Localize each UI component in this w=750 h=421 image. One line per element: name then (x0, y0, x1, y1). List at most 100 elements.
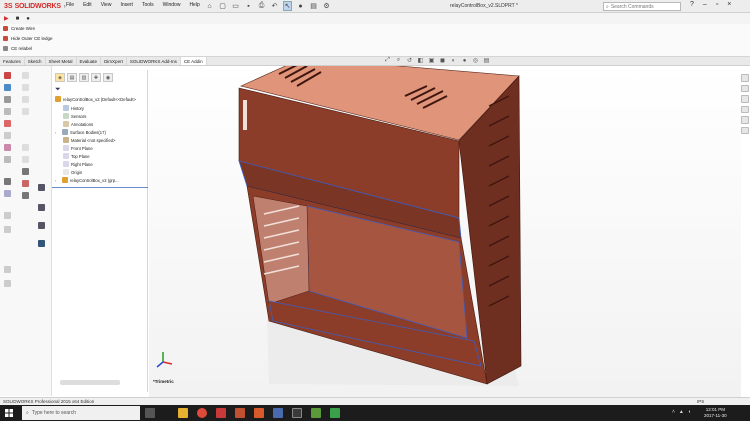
select-arrow-icon[interactable]: ↖ (283, 1, 292, 11)
section-view-icon[interactable]: ◧ (417, 57, 424, 64)
filter-icon[interactable]: ⏷ (55, 86, 61, 94)
configuration-tab-icon[interactable]: ▥ (79, 73, 89, 82)
tree-item[interactable]: Material <not specified> (63, 137, 115, 143)
app-icon[interactable] (273, 408, 283, 418)
chevron-up-icon[interactable]: ˄ (672, 409, 675, 415)
feature-icon[interactable] (4, 132, 11, 139)
feature-icon[interactable] (22, 180, 29, 187)
tree-item[interactable]: › relayControlBox_v2 (grp... (55, 177, 119, 183)
tree-horizontal-scrollbar[interactable] (60, 380, 120, 385)
display-style-icon[interactable]: ◼ (439, 57, 446, 64)
file-explorer-icon[interactable] (740, 95, 749, 103)
feature-icon[interactable] (22, 108, 29, 115)
feature-icon[interactable] (4, 280, 11, 287)
menu-help[interactable]: Help (189, 2, 199, 8)
feature-icon[interactable] (4, 156, 11, 163)
open-folder-icon[interactable]: ▭ (231, 1, 240, 11)
custom-properties-icon[interactable] (740, 126, 749, 134)
view-palette-icon[interactable] (740, 105, 749, 113)
taskbar-clock[interactable]: 12:01 PM 2017-11-30 (704, 407, 727, 419)
appearances-icon[interactable] (740, 116, 749, 124)
windows-start-icon[interactable] (5, 409, 13, 417)
hide-outer-ledge-button[interactable]: Hide Outer CE ledge (3, 36, 53, 41)
tree-item[interactable]: History (63, 105, 84, 111)
feature-icon[interactable] (22, 96, 29, 103)
app-icon[interactable] (235, 408, 245, 418)
feature-icon[interactable] (22, 156, 29, 163)
new-file-icon[interactable]: ▢ (218, 1, 227, 11)
rebuild-icon[interactable]: ● (296, 1, 305, 11)
dimxpert-tab-icon[interactable]: ✚ (91, 73, 101, 82)
save-icon[interactable]: ▪ (244, 1, 253, 11)
feature-icon[interactable] (4, 144, 11, 151)
feature-icon[interactable] (4, 108, 11, 115)
units-indicator[interactable]: IPS (697, 399, 704, 404)
home-icon[interactable] (740, 74, 749, 82)
relabel-button[interactable]: CE relabel (3, 46, 32, 51)
feature-icon[interactable] (4, 178, 11, 185)
feature-icon[interactable] (4, 212, 11, 219)
volume-icon[interactable]: ◖ (688, 409, 691, 415)
options-gear-icon[interactable]: ⚙ (322, 1, 331, 11)
solidworks-taskbar-icon[interactable] (216, 408, 226, 418)
home-icon[interactable]: ⌂ (205, 1, 214, 11)
appearance-icon[interactable]: ● (461, 57, 468, 64)
display-manager-tab-icon[interactable]: ◉ (103, 73, 113, 82)
tree-item[interactable]: Front Plane (63, 145, 93, 151)
app-icon[interactable] (311, 408, 321, 418)
tab-ce-addin[interactable]: CE Addin (180, 57, 207, 65)
feature-icon[interactable] (22, 72, 29, 79)
app-icon[interactable] (330, 408, 340, 418)
run-macro-icon[interactable]: ▶ (4, 15, 9, 22)
feature-icon[interactable] (4, 84, 11, 91)
feature-icon[interactable] (22, 84, 29, 91)
app-icon[interactable] (254, 408, 264, 418)
tree-item[interactable]: Annotations (63, 121, 93, 127)
feature-icon[interactable] (4, 96, 11, 103)
tree-item[interactable]: › Surface Bodies(17) (55, 129, 106, 135)
display-icon[interactable] (38, 204, 45, 211)
feature-icon[interactable] (4, 72, 11, 79)
menu-edit[interactable]: Edit (83, 2, 92, 8)
zoom-to-fit-icon[interactable]: ⤢ (384, 57, 391, 64)
expand-icon[interactable]: › (55, 178, 60, 183)
feature-icon[interactable] (4, 190, 11, 197)
zoom-area-icon[interactable]: ⌕ (395, 57, 402, 64)
undo-icon[interactable]: ↶ (270, 1, 279, 11)
menu-tools[interactable]: Tools (142, 2, 154, 8)
menu-insert[interactable]: Insert (120, 2, 133, 8)
close-icon[interactable]: × (727, 1, 731, 8)
chrome-icon[interactable] (197, 408, 207, 418)
scene-icon[interactable]: ◎ (472, 57, 479, 64)
stop-macro-icon[interactable]: ■ (16, 16, 20, 22)
property-icon[interactable] (38, 240, 45, 247)
property-manager-tab-icon[interactable]: ▤ (67, 73, 77, 82)
menu-window[interactable]: Window (163, 2, 181, 8)
record-macro-icon[interactable]: ● (26, 16, 30, 22)
tab-features[interactable]: Features (0, 57, 25, 65)
file-properties-icon[interactable]: ▤ (309, 1, 318, 11)
rollback-bar[interactable] (52, 187, 148, 188)
tree-item[interactable]: Top Plane (63, 153, 90, 159)
tree-item[interactable]: Right Plane (63, 161, 93, 167)
create-wire-button[interactable]: Create Wire (3, 26, 35, 31)
tab-sketch[interactable]: Sketch (25, 57, 46, 65)
feature-icon[interactable] (22, 144, 29, 151)
graphics-viewport[interactable] (149, 57, 741, 397)
history-icon[interactable] (38, 184, 45, 191)
feature-icon[interactable] (22, 192, 29, 199)
maximize-icon[interactable]: ▫ (716, 1, 718, 8)
feature-manager-tab-icon[interactable]: ◈ (55, 73, 65, 82)
file-explorer-icon[interactable] (178, 408, 188, 418)
taskbar-search-input[interactable]: ⌕ Type here to search (22, 406, 140, 420)
solidworks-logo[interactable]: 3S SOLIDWORKS › (4, 1, 66, 12)
tree-root[interactable]: relayControlBox_v2 (Default<<Default> (55, 96, 136, 102)
hide-show-icon[interactable]: ◐ (450, 57, 457, 64)
feature-icon[interactable] (22, 168, 29, 175)
rebuild-icon[interactable] (38, 222, 45, 229)
tab-dimxpert[interactable]: DimXpert (101, 57, 127, 65)
minimize-icon[interactable]: – (703, 1, 707, 8)
app-icon[interactable] (292, 408, 302, 418)
tree-item[interactable]: Sensors (63, 113, 86, 119)
task-view-icon[interactable] (145, 408, 155, 418)
